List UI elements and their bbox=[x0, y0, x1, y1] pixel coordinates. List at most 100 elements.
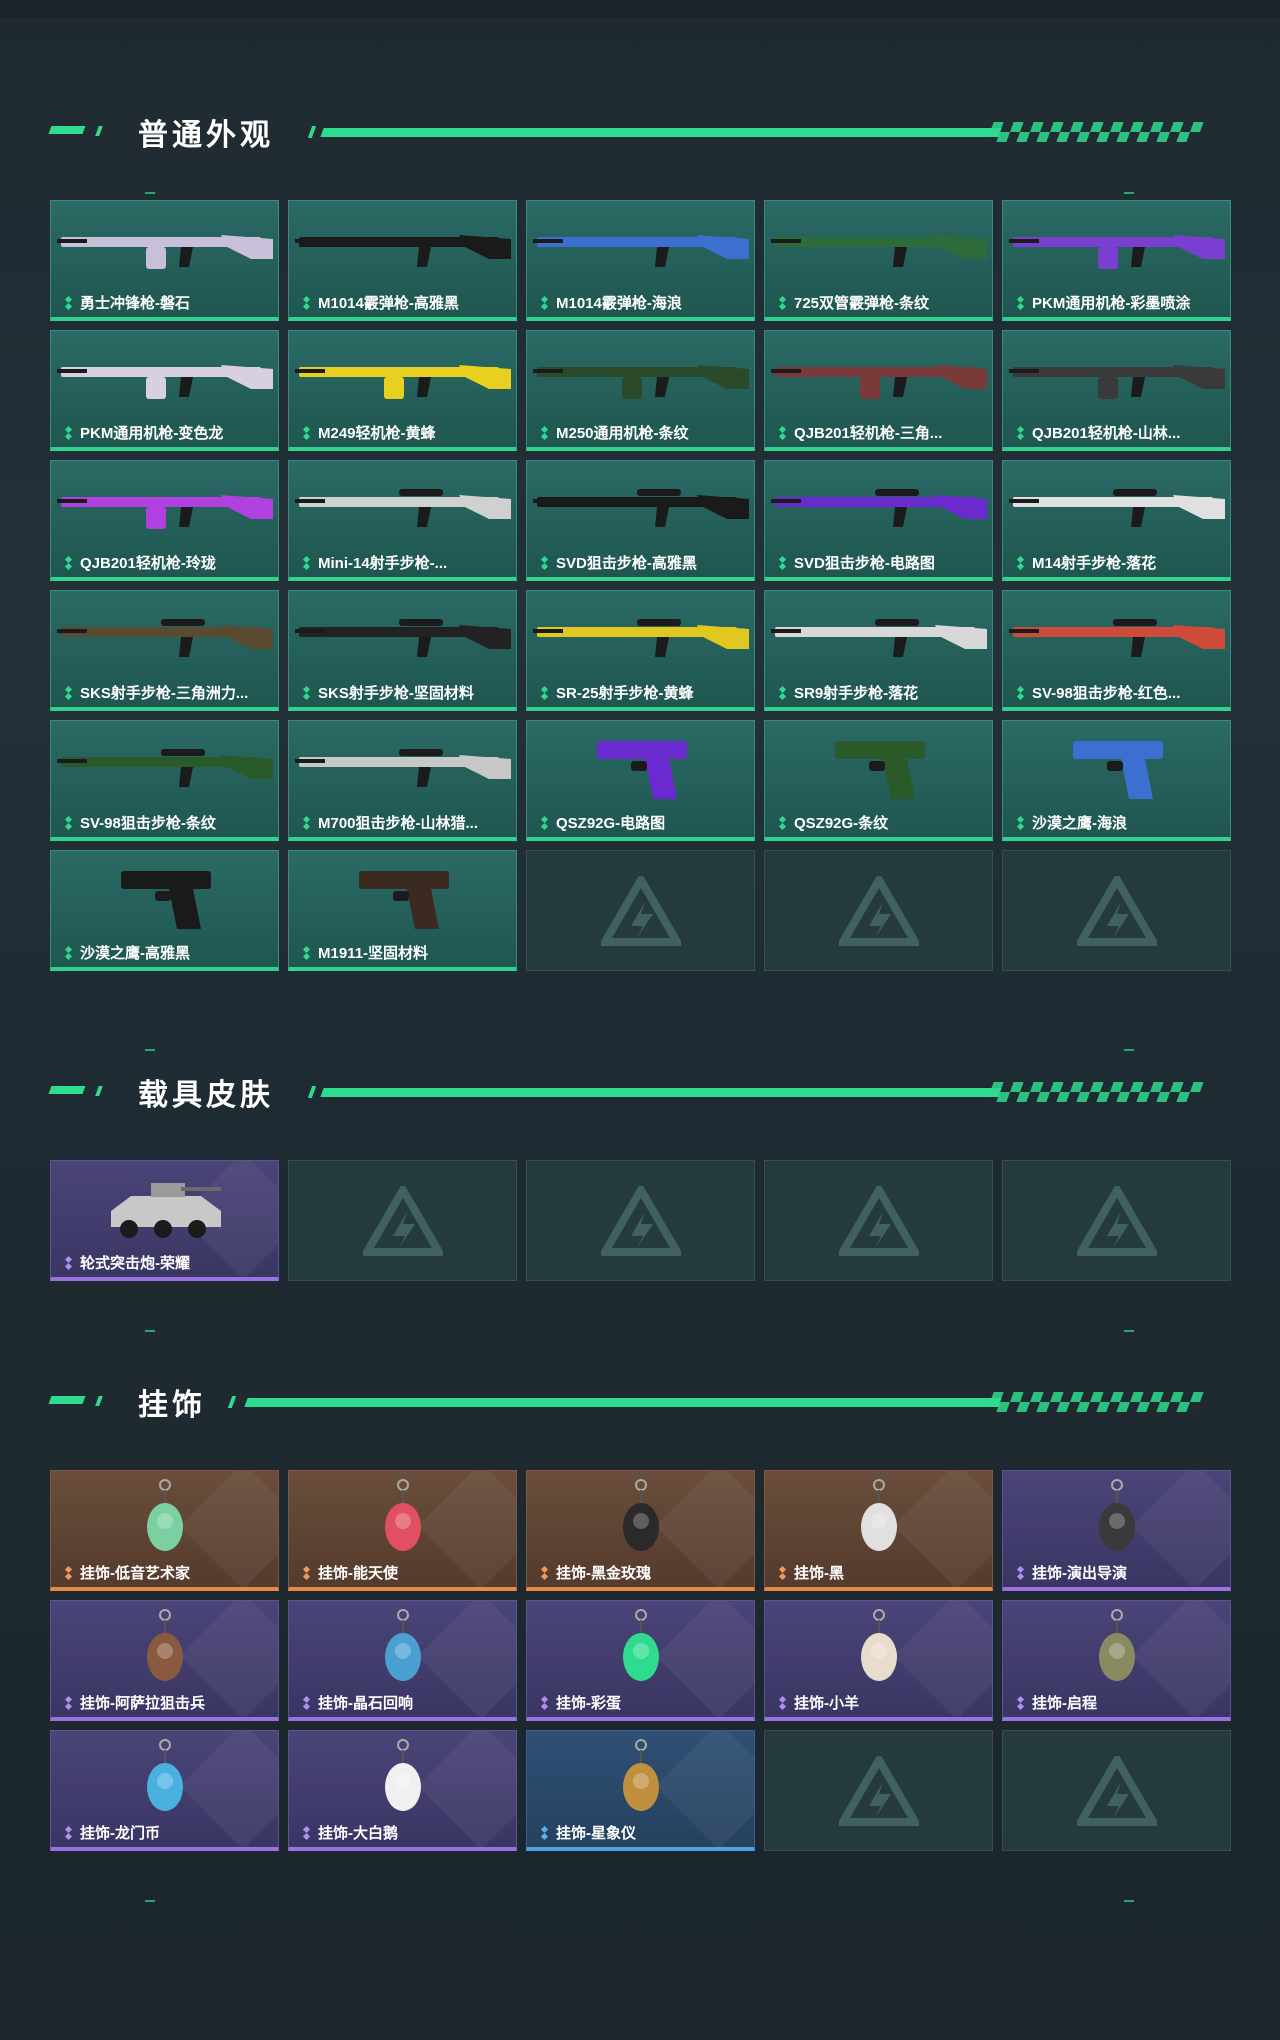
item-name: 挂饰-阿萨拉狙击兵 bbox=[80, 1695, 205, 1712]
item-tile[interactable]: 挂饰-启程 bbox=[1002, 1600, 1231, 1721]
item-tile[interactable]: M1014霰弹枪-海浪 bbox=[526, 200, 755, 321]
rarity-diamond-icon bbox=[301, 1565, 313, 1580]
item-name: 725双管霰弹枪-条纹 bbox=[794, 295, 930, 312]
item-tile[interactable]: 挂饰-能天使 bbox=[288, 1470, 517, 1591]
item-label: PKM通用机枪-彩墨喷涂 bbox=[1015, 292, 1190, 313]
item-tile[interactable]: Mini-14射手步枪-... bbox=[288, 460, 517, 581]
item-tile[interactable]: SR9射手步枪-落花 bbox=[764, 590, 993, 711]
section-header: 普通外观 bbox=[0, 100, 1280, 160]
empty-slot bbox=[1002, 850, 1231, 971]
item-tile[interactable]: M1014霰弹枪-高雅黑 bbox=[288, 200, 517, 321]
item-tile[interactable]: SVD狙击步枪-高雅黑 bbox=[526, 460, 755, 581]
empty-slot bbox=[526, 850, 755, 971]
item-tile[interactable]: SKS射手步枪-三角洲力... bbox=[50, 590, 279, 711]
item-tile[interactable]: 挂饰-阿萨拉狙击兵 bbox=[50, 1600, 279, 1721]
item-tile[interactable]: M249轻机枪-黄蜂 bbox=[288, 330, 517, 451]
item-label: M700狙击步枪-山林猎... bbox=[301, 812, 478, 833]
item-tile[interactable]: 沙漠之鹰-高雅黑 bbox=[50, 850, 279, 971]
header-accent bbox=[48, 1086, 86, 1094]
shotgun-icon bbox=[771, 235, 987, 267]
item-tile[interactable]: M700狙击步枪-山林猎... bbox=[288, 720, 517, 841]
item-tile[interactable]: 挂饰-大白鹅 bbox=[288, 1730, 517, 1851]
item-tile[interactable]: M1911-坚固材料 bbox=[288, 850, 517, 971]
header-accent bbox=[48, 1396, 86, 1404]
item-name: SKS射手步枪-三角洲力... bbox=[80, 685, 249, 702]
item-name: M14射手步枪-落花 bbox=[1032, 555, 1157, 572]
item-label: M1014霰弹枪-高雅黑 bbox=[301, 292, 459, 313]
item-tile[interactable]: 挂饰-龙门币 bbox=[50, 1730, 279, 1851]
section-title: 载具皮肤 bbox=[138, 1079, 274, 1112]
divider-tick bbox=[1124, 1049, 1134, 1051]
charm-icon bbox=[1099, 1479, 1135, 1551]
item-label: 挂饰-彩蛋 bbox=[539, 1692, 621, 1713]
rarity-diamond-icon bbox=[539, 295, 551, 310]
item-tile[interactable]: M14射手步枪-落花 bbox=[1002, 460, 1231, 581]
item-name: M250通用机枪-条纹 bbox=[556, 425, 689, 442]
item-tile[interactable]: 挂饰-低音艺术家 bbox=[50, 1470, 279, 1591]
item-name: SVD狙击步枪-电路图 bbox=[794, 555, 935, 572]
empty-slot-logo-icon bbox=[838, 1755, 919, 1826]
item-tile[interactable]: 725双管霰弹枪-条纹 bbox=[764, 200, 993, 321]
item-label: 挂饰-黑金玫瑰 bbox=[539, 1562, 651, 1583]
charm-icon bbox=[861, 1609, 897, 1681]
item-tile[interactable]: QJB201轻机枪-三角... bbox=[764, 330, 993, 451]
item-name: M1911-坚固材料 bbox=[318, 945, 429, 962]
item-label: 挂饰-阿萨拉狙击兵 bbox=[63, 1692, 205, 1713]
charm-icon bbox=[861, 1479, 897, 1551]
header-accent bbox=[307, 126, 317, 138]
item-tile[interactable]: 挂饰-演出导演 bbox=[1002, 1470, 1231, 1591]
rarity-diamond-icon bbox=[301, 815, 313, 830]
item-tile[interactable]: 挂饰-晶石回响 bbox=[288, 1600, 517, 1721]
item-tile[interactable]: SV-98狙击步枪-红色... bbox=[1002, 590, 1231, 711]
sniper-icon bbox=[57, 619, 273, 657]
item-tile[interactable]: SR-25射手步枪-黄蜂 bbox=[526, 590, 755, 711]
item-tile[interactable]: 挂饰-彩蛋 bbox=[526, 1600, 755, 1721]
item-name: SV-98狙击步枪-红色... bbox=[1032, 685, 1181, 702]
rarity-diamond-icon bbox=[63, 425, 75, 440]
item-tile[interactable]: PKM通用机枪-彩墨喷涂 bbox=[1002, 200, 1231, 321]
item-name: 挂饰-大白鹅 bbox=[318, 1825, 398, 1842]
empty-slot-logo-icon bbox=[838, 875, 919, 946]
rarity-diamond-icon bbox=[777, 1565, 789, 1580]
item-tile[interactable]: 轮式突击炮-荣耀 bbox=[50, 1160, 279, 1281]
header-checker bbox=[986, 1082, 1204, 1102]
item-label: 挂饰-低音艺术家 bbox=[63, 1562, 190, 1583]
item-tile[interactable]: QJB201轻机枪-玲珑 bbox=[50, 460, 279, 581]
section-title: 挂饰 bbox=[138, 1389, 206, 1422]
item-tile[interactable]: SV-98狙击步枪-条纹 bbox=[50, 720, 279, 841]
item-tile[interactable]: 勇士冲锋枪-磐石 bbox=[50, 200, 279, 321]
header-accent bbox=[307, 1086, 317, 1098]
shotgun-icon bbox=[295, 235, 511, 267]
item-label: QJB201轻机枪-三角... bbox=[777, 422, 942, 443]
item-tile[interactable]: 挂饰-黑 bbox=[764, 1470, 993, 1591]
item-tile[interactable]: 挂饰-黑金玫瑰 bbox=[526, 1470, 755, 1591]
item-label: PKM通用机枪-变色龙 bbox=[63, 422, 223, 443]
divider-tick bbox=[145, 192, 155, 194]
item-name: 挂饰-启程 bbox=[1032, 1695, 1097, 1712]
item-tile[interactable]: SKS射手步枪-坚固材料 bbox=[288, 590, 517, 711]
empty-slot bbox=[1002, 1730, 1231, 1851]
rarity-diamond-icon bbox=[1015, 685, 1027, 700]
rarity-diamond-icon bbox=[1015, 425, 1027, 440]
item-tile[interactable]: PKM通用机枪-变色龙 bbox=[50, 330, 279, 451]
pistol-icon bbox=[121, 871, 211, 929]
item-label: 勇士冲锋枪-磐石 bbox=[63, 292, 190, 313]
machinegun-icon bbox=[533, 365, 749, 399]
item-name: SR9射手步枪-落花 bbox=[794, 685, 919, 702]
item-tile[interactable]: SVD狙击步枪-电路图 bbox=[764, 460, 993, 581]
item-tile[interactable]: QJB201轻机枪-山林... bbox=[1002, 330, 1231, 451]
item-tile[interactable]: 挂饰-小羊 bbox=[764, 1600, 993, 1721]
item-label: SKS射手步枪-三角洲力... bbox=[63, 682, 248, 703]
item-tile[interactable]: M250通用机枪-条纹 bbox=[526, 330, 755, 451]
item-tile[interactable]: QSZ92G-条纹 bbox=[764, 720, 993, 841]
item-name: SR-25射手步枪-黄蜂 bbox=[556, 685, 694, 702]
divider-tick bbox=[145, 1049, 155, 1051]
header-bar bbox=[320, 128, 1002, 137]
item-tile[interactable]: 沙漠之鹰-海浪 bbox=[1002, 720, 1231, 841]
item-tile[interactable]: 挂饰-星象仪 bbox=[526, 1730, 755, 1851]
sniper-icon bbox=[1009, 619, 1225, 657]
rifle-icon bbox=[57, 235, 273, 269]
item-label: M1014霰弹枪-海浪 bbox=[539, 292, 682, 313]
rarity-diamond-icon bbox=[1015, 555, 1027, 570]
item-tile[interactable]: QSZ92G-电路图 bbox=[526, 720, 755, 841]
